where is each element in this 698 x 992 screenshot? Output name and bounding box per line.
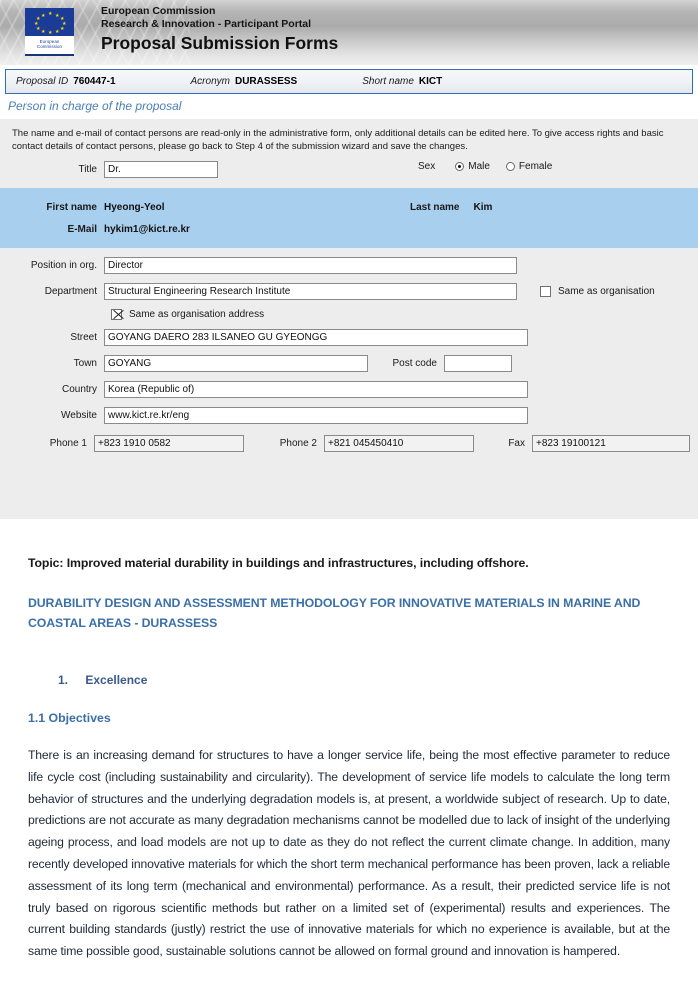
position-label: Position in org. [30, 260, 97, 271]
row-phones-fax: Phone 1 +823 1910 0582 Phone 2 +821 0454… [0, 435, 698, 452]
logo-caption-line2: Commission [36, 44, 63, 50]
objectives-paragraph: There is an increasing demand for struct… [28, 748, 670, 959]
fax-input[interactable]: +823 19100121 [532, 435, 690, 452]
heading-excellence: 1. Excellence [58, 673, 670, 687]
page-title: Proposal Submission Forms [101, 33, 339, 53]
sex-female-radio[interactable] [505, 162, 515, 171]
page-header: ★ ★ ★ ★ ★ ★ ★ ★ ★ ★ ★ ★ European Commiss… [0, 0, 698, 65]
website-input[interactable]: www.kict.re.kr/eng [104, 407, 528, 424]
row-country: Country Korea (Republic of) [0, 381, 698, 398]
sex-female-label: Female [518, 161, 553, 172]
country-label: Country [61, 384, 97, 395]
same-as-organisation-address-checkbox[interactable] [111, 309, 122, 320]
short-name-label: Short name [362, 76, 414, 87]
town-input[interactable]: GOYANG [104, 355, 368, 372]
first-name-label: First name [46, 201, 97, 213]
country-input[interactable]: Korea (Republic of) [104, 381, 528, 398]
department-label: Department [44, 286, 97, 297]
sex-male-radio[interactable] [455, 162, 465, 171]
section-heading: Person in charge of the proposal [8, 99, 182, 113]
row-website: Website www.kict.re.kr/eng [0, 407, 698, 424]
email-value: hykim1@kict.re.kr [104, 223, 190, 235]
email-label: E-Mail [67, 223, 97, 235]
phone2-label: Phone 2 [279, 438, 317, 449]
row-same-as-org-address[interactable]: Same as organisation address [0, 309, 698, 320]
sex-male-label: Male [468, 161, 490, 172]
fax-label: Fax [508, 438, 525, 449]
same-as-organisation-group[interactable]: Same as organisation [540, 286, 655, 297]
proposal-info-bar: Proposal ID 760447-1 Acronym DURASSESS S… [5, 69, 693, 94]
eu-flag-icon: ★ ★ ★ ★ ★ ★ ★ ★ ★ ★ ★ ★ [25, 8, 74, 36]
contact-person-form: The name and e-mail of contact persons a… [0, 119, 698, 519]
title-label: Title [78, 164, 97, 175]
header-subtitle-2: Research & Innovation - Participant Port… [101, 18, 312, 30]
post-code-input[interactable] [444, 355, 512, 372]
town-label: Town [73, 358, 97, 369]
logo-caption: European Commission [25, 36, 74, 49]
row-town-postcode: Town GOYANG Post code [0, 355, 698, 372]
same-as-organisation-address-label: Same as organisation address [129, 309, 265, 320]
proposal-document-body: Topic: Improved material durability in b… [0, 555, 698, 963]
heading-excellence-text: Excellence [85, 673, 148, 687]
row-street: Street GOYANG DAERO 283 ILSANEO GU GYEON… [0, 329, 698, 346]
same-as-organisation-checkbox[interactable] [540, 286, 551, 297]
street-input[interactable]: GOYANG DAERO 283 ILSANEO GU GYEONGG [104, 329, 528, 346]
phone2-input[interactable]: +821 045450410 [324, 435, 474, 452]
phone1-input[interactable]: +823 1910 0582 [94, 435, 244, 452]
website-label: Website [61, 410, 97, 421]
proposal-id-value: 760447-1 [73, 76, 116, 87]
header-title-group: European Commission Research & Innovatio… [101, 5, 338, 54]
row-title-sex: Title Dr. Sex Male Female [0, 161, 698, 178]
street-label: Street [70, 332, 97, 343]
same-as-organisation-label: Same as organisation [558, 286, 655, 297]
position-input[interactable]: Director [104, 257, 517, 274]
row-department: Department Structural Engineering Resear… [0, 283, 698, 300]
readonly-identity-block: First name Hyeong-Yeol Last name Kim E-M… [0, 188, 698, 248]
proposal-id-label: Proposal ID [16, 76, 69, 87]
row-email: E-Mail hykim1@kict.re.kr [0, 218, 698, 240]
heading-objectives: 1.1 Objectives [28, 711, 111, 725]
sex-label: Sex [418, 161, 436, 172]
title-input[interactable]: Dr. [104, 161, 218, 178]
topic-line: Topic: Improved material durability in b… [28, 556, 529, 570]
row-names: First name Hyeong-Yeol Last name Kim [0, 196, 698, 218]
department-input[interactable]: Structural Engineering Research Institut… [104, 283, 517, 300]
european-commission-logo: ★ ★ ★ ★ ★ ★ ★ ★ ★ ★ ★ ★ European Commiss… [25, 8, 74, 56]
acronym-value: DURASSESS [234, 76, 298, 87]
first-name-value: Hyeong-Yeol [104, 201, 165, 213]
heading-excellence-number: 1. [58, 673, 69, 687]
header-subtitle-1: European Commission [101, 5, 216, 17]
project-title: DURABILITY DESIGN AND ASSESSMENT METHODO… [28, 596, 641, 630]
last-name-value: Kim [473, 201, 493, 213]
form-notice-text: The name and e-mail of contact persons a… [12, 128, 664, 152]
post-code-label: Post code [392, 358, 437, 369]
acronym-label: Acronym [190, 76, 230, 87]
row-position: Position in org. Director [0, 257, 698, 274]
last-name-label: Last name [410, 201, 460, 213]
phone1-label: Phone 1 [49, 438, 87, 449]
short-name-value: KICT [418, 76, 443, 87]
last-name-group: Last name Kim [410, 202, 492, 213]
sex-group: Sex Male Female [418, 161, 568, 172]
